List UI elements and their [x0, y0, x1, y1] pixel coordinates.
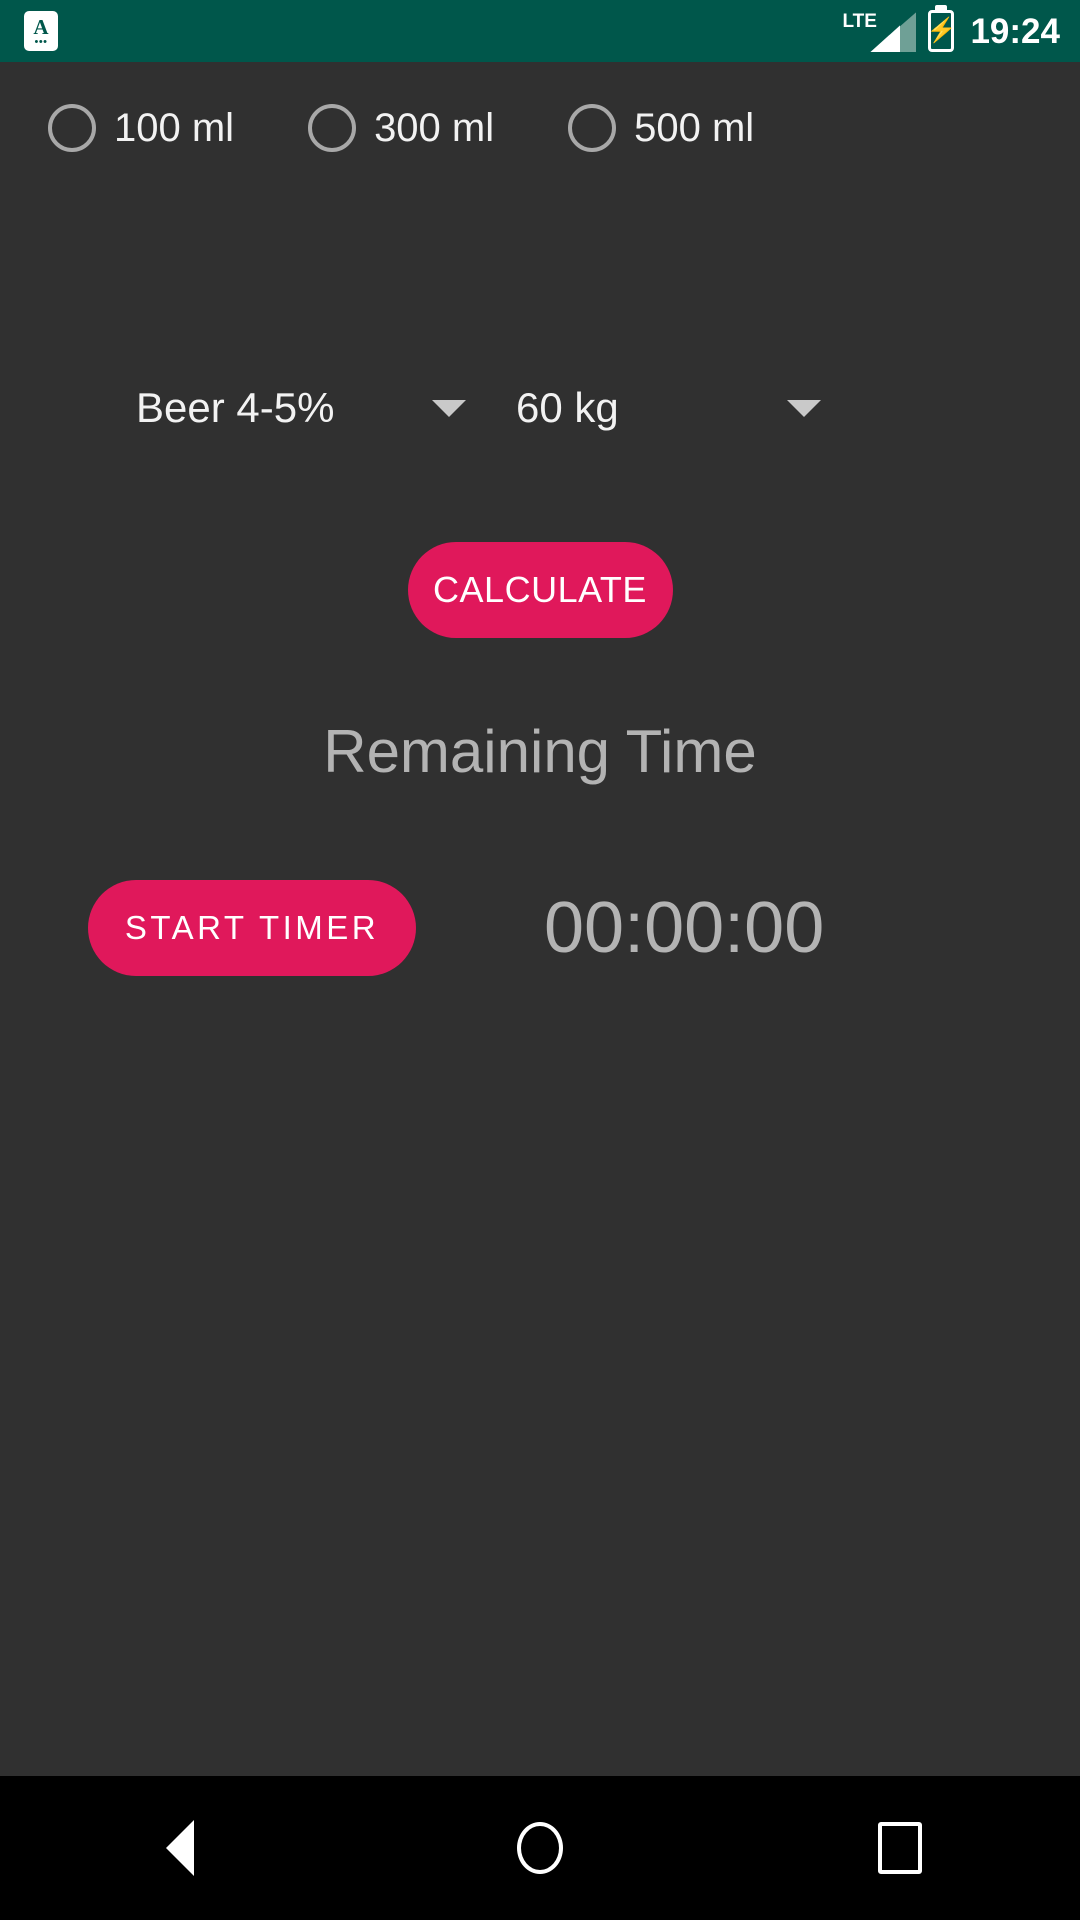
status-bar: A ••• LTE ⚡ 19:24: [0, 0, 1080, 62]
chevron-down-icon[interactable]: [787, 399, 821, 417]
remaining-time-label: Remaining Time: [323, 718, 757, 785]
app-notification-icon[interactable]: A •••: [24, 11, 58, 51]
body-weight-value: 60 kg: [516, 384, 619, 431]
timer-row: START TIMER 00:00:00: [0, 880, 1080, 976]
notification-icon-letter: A: [33, 14, 49, 39]
alcohol-type-value: Beer 4-5%: [136, 384, 335, 431]
home-circle-icon: [517, 1822, 563, 1874]
calculate-button[interactable]: CALCULATE: [407, 542, 673, 638]
status-bar-left: A •••: [24, 11, 58, 51]
status-bar-clock: 19:24: [970, 11, 1060, 51]
chevron-down-icon[interactable]: [432, 399, 466, 417]
radio-option-100ml[interactable]: 100 ml: [48, 104, 234, 152]
signal-bars-icon: LTE: [842, 10, 917, 52]
radio-option-label: 500 ml: [634, 106, 755, 150]
android-navigation-bar: [0, 1776, 1080, 1920]
calculate-button-container: CALCULATE: [0, 542, 1080, 638]
radio-option-300ml[interactable]: 300 ml: [308, 104, 494, 152]
status-bar-right: LTE ⚡ 19:24: [842, 10, 1060, 52]
selection-row: Beer 4-5% 60 kg: [0, 387, 1080, 429]
signal-triangle: [870, 12, 917, 52]
radio-button-icon[interactable]: [48, 104, 96, 152]
body-weight-dropdown[interactable]: 60 kg: [516, 387, 821, 429]
nav-back-button[interactable]: [100, 1776, 260, 1920]
battery-charging-icon: ⚡: [926, 10, 957, 52]
radio-button-icon[interactable]: [308, 104, 357, 152]
battery-bolt-glyph: ⚡: [926, 17, 957, 44]
radio-option-500ml[interactable]: 500 ml: [568, 104, 754, 152]
start-timer-button[interactable]: START TIMER: [88, 880, 416, 976]
app-content: 100 ml 300 ml 500 ml Beer 4-5% 60 kg CAL…: [0, 62, 1080, 1776]
recents-square-icon: [878, 1822, 922, 1874]
signal-triangle-filled: [870, 25, 901, 52]
nav-recents-button[interactable]: [820, 1776, 980, 1920]
notification-icon-dots: •••: [34, 35, 48, 48]
nav-home-button[interactable]: [460, 1776, 620, 1920]
radio-option-label: 100 ml: [114, 106, 235, 150]
alcohol-type-dropdown[interactable]: Beer 4-5%: [136, 387, 466, 429]
back-triangle-icon: [166, 1820, 194, 1876]
volume-radio-group: 100 ml 300 ml 500 ml: [48, 104, 1032, 152]
radio-option-label: 300 ml: [374, 106, 495, 150]
phone-screen: A ••• LTE ⚡ 19:24 100 ml 300 ml 500 ml B…: [0, 0, 1080, 1920]
radio-button-icon[interactable]: [568, 104, 617, 152]
timer-display: 00:00:00: [544, 888, 825, 968]
